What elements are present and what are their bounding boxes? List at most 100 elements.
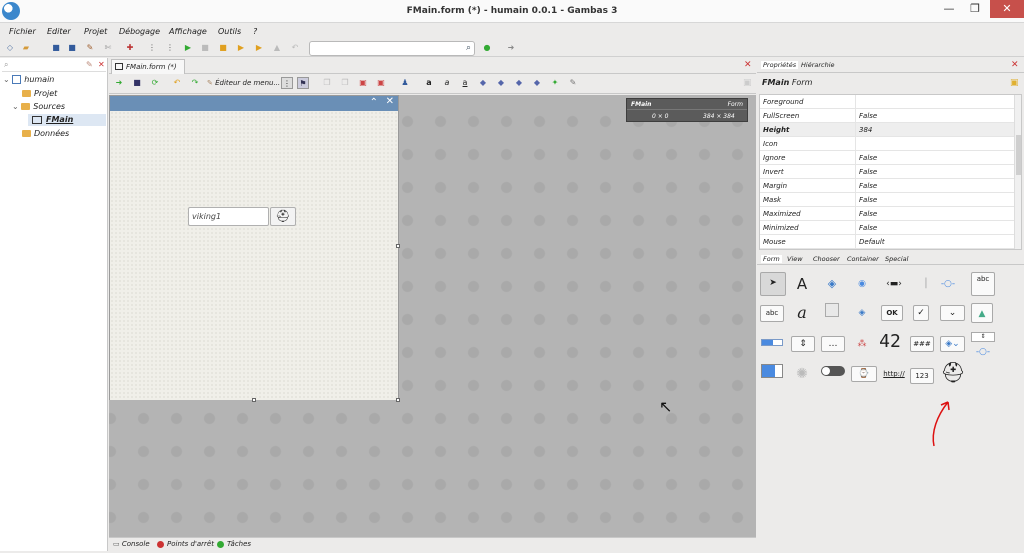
maximize-button[interactable]: ❐ bbox=[962, 0, 988, 18]
resize-handle-right[interactable] bbox=[396, 244, 400, 248]
arrow-right-icon[interactable]: ➜ bbox=[505, 42, 517, 54]
clean-icon[interactable]: ✄ bbox=[102, 42, 114, 54]
buttonbox-tool[interactable]: … bbox=[821, 336, 845, 352]
menu-fichier[interactable]: Fichier bbox=[9, 27, 36, 36]
edit-icon[interactable]: ✎ bbox=[567, 77, 579, 89]
tab-order-icon[interactable]: ✦ bbox=[549, 77, 561, 89]
save-as-icon[interactable]: ■ bbox=[66, 42, 78, 54]
iconbox-tool[interactable]: ◈⌄ bbox=[940, 336, 965, 352]
gambas-tool-icon[interactable]: ◈ bbox=[851, 303, 873, 323]
scrollbar-thumb[interactable] bbox=[1016, 135, 1021, 175]
tree-item-fmain[interactable]: FMain bbox=[28, 114, 106, 126]
form-designer-window[interactable]: ⌃ ✕ viking1 ⛑ bbox=[109, 95, 400, 402]
stop-icon[interactable]: ■ bbox=[217, 42, 229, 54]
lock-icon[interactable]: ▣ bbox=[743, 78, 752, 88]
colorbutton-tool[interactable]: ⁂ bbox=[851, 334, 873, 354]
run-form-icon[interactable]: ➜ bbox=[113, 77, 125, 89]
pointer-tool[interactable]: ➤ bbox=[760, 272, 786, 296]
save-form-icon[interactable]: ■ bbox=[131, 77, 143, 89]
tab-container[interactable]: Container bbox=[847, 255, 879, 263]
panel-tool[interactable] bbox=[821, 303, 843, 323]
bold-font-icon[interactable]: a bbox=[423, 77, 435, 89]
slider-tool[interactable]: -○- bbox=[933, 274, 963, 294]
clear-filter-icon[interactable]: ✎ bbox=[86, 60, 93, 69]
color-icon[interactable]: ◆ bbox=[495, 77, 507, 89]
viking-button[interactable]: ⛑ bbox=[270, 207, 296, 226]
spinner-tool[interactable]: ✺ bbox=[791, 364, 813, 384]
checkbox-tool[interactable]: ✓ bbox=[913, 305, 929, 321]
redo-icon[interactable]: ↷ bbox=[189, 77, 201, 89]
viking-textbox[interactable]: viking1 bbox=[188, 207, 269, 226]
picturebox-tool[interactable]: ▲ bbox=[971, 303, 993, 323]
font-icon[interactable]: a bbox=[459, 77, 471, 89]
italic-font-icon[interactable]: a bbox=[441, 77, 453, 89]
textarea-tool[interactable]: abc bbox=[971, 272, 995, 296]
compile-icon[interactable]: ✚ bbox=[124, 42, 136, 54]
close-panel-icon[interactable]: ✕ bbox=[1011, 60, 1019, 70]
menu-outils[interactable]: Outils bbox=[218, 27, 241, 36]
resize-handle-bottom[interactable] bbox=[252, 398, 256, 402]
property-row[interactable]: Mouse Default bbox=[760, 235, 1014, 249]
sliderbox-tool[interactable]: ⇕ -○- bbox=[971, 332, 995, 357]
urllabel-tool[interactable]: http:// bbox=[879, 364, 909, 384]
property-row[interactable]: Invert False bbox=[760, 165, 1014, 179]
grid-toggle-icon[interactable]: ⋮ bbox=[281, 77, 293, 89]
tab-fmain-form[interactable]: FMain.form (*) bbox=[111, 59, 185, 74]
property-row[interactable]: FullScreen False bbox=[760, 109, 1014, 123]
tab-chooser[interactable]: Chooser bbox=[813, 255, 840, 263]
combobox-tool[interactable]: ⌄ bbox=[940, 305, 965, 321]
timebox-tool[interactable]: ⌚ bbox=[851, 366, 877, 382]
paste-icon[interactable]: ❐ bbox=[339, 77, 351, 89]
spinbox-tool[interactable]: ⇕ bbox=[791, 336, 815, 352]
property-row[interactable]: Foreground bbox=[760, 95, 1014, 109]
minimize-button[interactable]: — bbox=[936, 0, 962, 18]
design-canvas[interactable]: ⌃ ✕ viking1 ⛑ FMain Form 0 × 0 384 × 384… bbox=[109, 95, 756, 537]
tab-tasks[interactable]: Tâches bbox=[217, 540, 251, 548]
close-tree-icon[interactable]: ✕ bbox=[98, 60, 105, 69]
tab-breakpoints[interactable]: Points d'arrêt bbox=[157, 540, 214, 548]
textlabel-tool[interactable]: a bbox=[791, 303, 813, 323]
background-icon[interactable]: ◆ bbox=[531, 77, 543, 89]
movie-icon[interactable]: ◈ bbox=[821, 274, 843, 294]
undo-icon[interactable]: ↶ bbox=[171, 77, 183, 89]
maskbox-tool[interactable]: ### bbox=[910, 336, 934, 352]
fast-forward-icon[interactable]: ▶ bbox=[253, 42, 265, 54]
new-project-icon[interactable]: ◇ bbox=[4, 42, 16, 54]
lcd-tool[interactable]: 42 bbox=[879, 332, 901, 352]
tab-console[interactable]: ▭ Console bbox=[113, 540, 150, 548]
green-dot-icon[interactable]: ● bbox=[481, 42, 493, 54]
tab-proprietes[interactable]: Propriétés bbox=[761, 61, 799, 69]
property-row[interactable]: Mask False bbox=[760, 193, 1014, 207]
distribute-icon[interactable]: ▣ bbox=[375, 77, 387, 89]
menu-editor-button[interactable]: ✎ Éditeur de menu... bbox=[207, 79, 280, 87]
tree-item-root[interactable]: ⌄ humain bbox=[3, 74, 54, 86]
tab-view[interactable]: View bbox=[787, 255, 803, 263]
menu-editer[interactable]: Editer bbox=[47, 27, 71, 36]
property-scrollbar[interactable] bbox=[1014, 95, 1021, 249]
search-input[interactable]: ⌕ bbox=[309, 41, 475, 56]
close-tab-icon[interactable]: ✕ bbox=[744, 60, 752, 70]
menu-affichage[interactable]: Affichage bbox=[169, 27, 207, 36]
scrollbar-tool[interactable]: ‹▬› bbox=[879, 274, 909, 294]
open-project-icon[interactable]: ▰ bbox=[20, 42, 32, 54]
menu-projet[interactable]: Projet bbox=[84, 27, 107, 36]
tree-item-sources[interactable]: ⌄ Sources bbox=[12, 101, 65, 113]
step-forward-icon[interactable]: ▶ bbox=[235, 42, 247, 54]
tree-item-donnees[interactable]: Données bbox=[22, 128, 69, 140]
tab-hierarchie[interactable]: Hiérarchie bbox=[801, 61, 835, 69]
textbox-tool[interactable]: abc bbox=[760, 305, 784, 322]
magnet-icon[interactable]: ⚑ bbox=[297, 77, 309, 89]
close-button[interactable]: ✕ bbox=[990, 0, 1024, 18]
valuebox-tool[interactable]: 123 bbox=[910, 368, 934, 384]
brush-icon[interactable]: ◆ bbox=[477, 77, 489, 89]
tab-form[interactable]: Form bbox=[761, 255, 782, 263]
menu-debogage[interactable]: Débogage bbox=[119, 27, 160, 36]
colorchooser-tool[interactable] bbox=[760, 364, 784, 384]
property-row[interactable]: Icon bbox=[760, 137, 1014, 151]
picture-icon[interactable]: ◆ bbox=[513, 77, 525, 89]
lock-icon[interactable]: ▣ bbox=[1010, 78, 1019, 88]
label-tool[interactable]: A bbox=[791, 274, 813, 294]
properties-icon[interactable]: ✎ bbox=[84, 42, 96, 54]
eject-icon[interactable]: ▲ bbox=[271, 42, 283, 54]
pause-icon[interactable]: ■ bbox=[199, 42, 211, 54]
